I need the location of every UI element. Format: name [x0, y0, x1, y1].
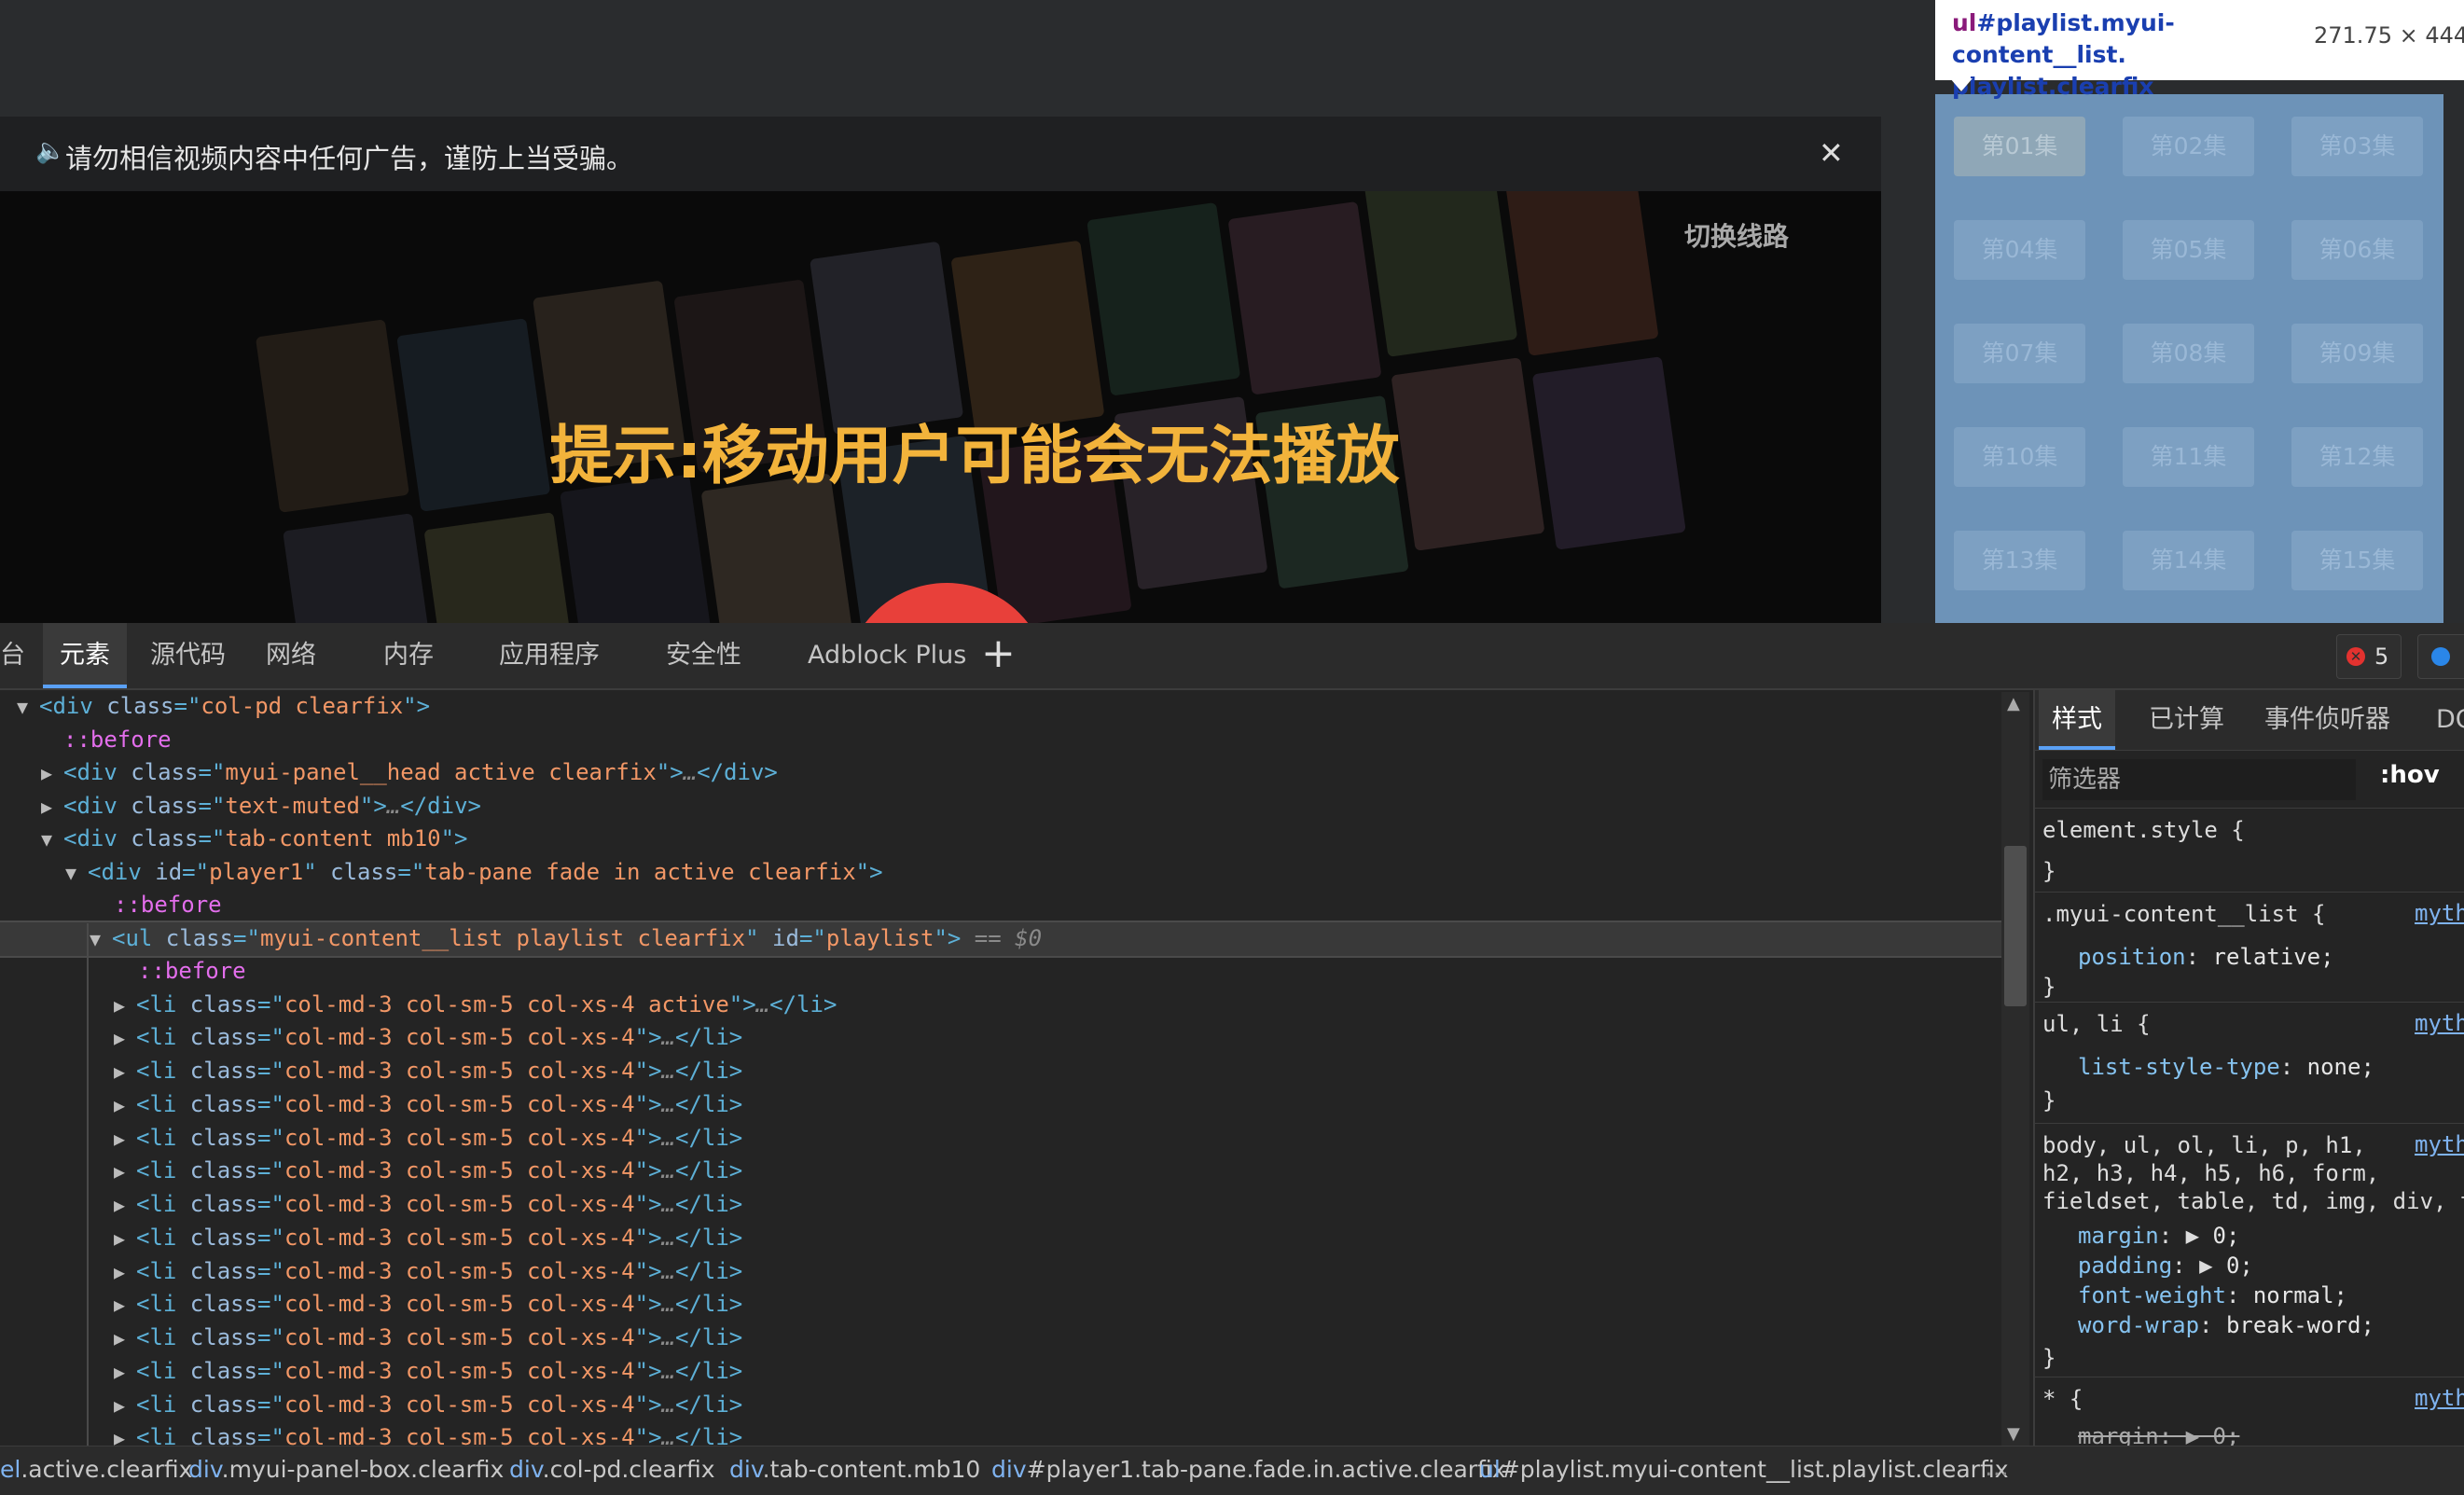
ad-warning-notice: 🔈 请勿相信视频内容中任何广告，谨防上当受骗。 ✕: [0, 117, 1881, 191]
episode-button[interactable]: 第14集: [2123, 531, 2254, 590]
dom-node-selected[interactable]: ▼ <ul class="myui-content__list playlist …: [0, 921, 2005, 958]
playlist-highlight: 第01集 第02集 第03集第04集 第05集 第06集第07集 第08集 第09集第10集…: [1935, 94, 2443, 623]
style-rule-universal: * { mytheme margin: ▶ 0; padding: ▶ 0;: [2035, 1377, 2464, 1446]
dom-node[interactable]: ▼ <div class="tab-content mb10">: [41, 823, 468, 856]
tab-adblock-plus[interactable]: Adblock Plus: [808, 623, 966, 688]
breadcrumb-item[interactable]: div.tab-content.mb10: [729, 1456, 980, 1483]
styles-filter: 筛选器 :hov: [2035, 752, 2464, 808]
dom-node-li[interactable]: ▶ <li class="col-md-3 col-sm-5 col-xs-4">…: [114, 1421, 742, 1446]
episode-button[interactable]: 第02集: [2123, 117, 2254, 176]
dom-node-li[interactable]: ▶ <li class="col-md-3 col-sm-5 col-xs-4">…: [114, 1355, 742, 1389]
episode-button[interactable]: 第11集: [2123, 427, 2254, 487]
close-icon[interactable]: ✕: [1819, 135, 1844, 171]
dom-node-li[interactable]: ▶ <li class="col-md-3 col-sm-5 col-xs-4">…: [114, 1021, 742, 1055]
episode-button[interactable]: 第10集: [1954, 427, 2085, 487]
speaker-icon: 🔈: [35, 137, 66, 165]
hov-toggle[interactable]: :hov: [2380, 761, 2440, 789]
episode-button[interactable]: 第05集: [2123, 220, 2254, 280]
tab-dom-breakpoints[interactable]: DO: [2436, 690, 2464, 750]
expand-icon[interactable]: ▶: [2199, 1253, 2212, 1279]
tab-styles[interactable]: 样式: [2039, 690, 2115, 750]
scroll-up-icon[interactable]: ▲: [2007, 694, 2020, 713]
episode-button[interactable]: 第03集: [2291, 117, 2423, 176]
tooltip-dimensions: 271.75 × 444.7: [2314, 22, 2464, 48]
dom-node[interactable]: ▶ <div class="myui-panel__head active cle…: [41, 756, 778, 790]
dom-node-li[interactable]: ▶ <li class="col-md-3 col-sm-5 col-xs-4">…: [114, 1255, 742, 1289]
dom-node-li[interactable]: ▶ <li class="col-md-3 col-sm-5 col-xs-4">…: [114, 1155, 742, 1188]
breadcrumb-item[interactable]: div#player1.tab-pane.fade.in.active.clea…: [991, 1456, 1506, 1483]
indent-guide: [87, 923, 89, 1446]
tab-memory[interactable]: 内存: [383, 623, 434, 688]
mobile-warning-tip: 提示:移动用户可能会无法播放: [549, 420, 1400, 493]
source-link[interactable]: mytheme: [2415, 900, 2464, 926]
episode-button[interactable]: 第12集: [2291, 427, 2423, 487]
message-icon: [2431, 647, 2450, 666]
filter-input[interactable]: 筛选器: [2042, 759, 2356, 800]
tab-computed[interactable]: 已计算: [2149, 690, 2224, 750]
episode-button[interactable]: 第13集: [1954, 531, 2085, 590]
dom-node-li[interactable]: ▶ <li class="col-md-3 col-sm-5 col-xs-4">…: [114, 1055, 742, 1088]
tab-sources[interactable]: 源代码: [150, 623, 226, 688]
dom-node-li[interactable]: ▶ <li class="col-md-3 col-sm-5 col-xs-4">…: [114, 1322, 742, 1355]
tab-network[interactable]: 网络: [266, 623, 316, 688]
dom-pseudo[interactable]: ::before: [114, 889, 222, 922]
dom-node-li[interactable]: ▶ <li class="col-md-3 col-sm-5 col-xs-4">…: [114, 1088, 742, 1122]
tooltip-selector: ul#playlist.myui-content__list. playlist.…: [1952, 9, 2175, 100]
notice-text: 请勿相信视频内容中任何广告，谨防上当受骗。: [65, 143, 634, 174]
breadcrumb-item[interactable]: el.active.clearfix: [0, 1456, 192, 1483]
tab-security[interactable]: 安全性: [666, 623, 741, 688]
dom-node-li[interactable]: ▶ <li class="col-md-3 col-sm-5 col-xs-4">…: [114, 1222, 742, 1255]
elements-scrollbar[interactable]: ▲ ▼: [2001, 692, 2029, 1446]
styles-tabbar: 样式 已计算 事件侦听器 DO: [2035, 690, 2464, 751]
switch-line-button[interactable]: 切换线路: [1684, 216, 1789, 254]
inspect-tooltip: ul#playlist.myui-content__list. playlist.…: [1935, 0, 2464, 100]
expand-icon[interactable]: ▶: [2186, 1223, 2199, 1249]
styles-pane: 样式 已计算 事件侦听器 DO 筛选器 :hov element.style {…: [2033, 690, 2464, 1446]
source-link[interactable]: mytheme: [2415, 1385, 2464, 1411]
dom-node[interactable]: ▼ <div id="player1" class="tab-pane fade …: [65, 856, 883, 890]
style-rule-ul-li: ul, li { mytheme list-style-type: none; …: [2035, 1002, 2464, 1124]
episode-button[interactable]: 第08集: [2123, 324, 2254, 383]
dom-pseudo[interactable]: ::before: [138, 955, 246, 989]
dom-pseudo[interactable]: ::before: [63, 724, 172, 757]
episode-button[interactable]: 第09集: [2291, 324, 2423, 383]
episode-button[interactable]: 第06集: [2291, 220, 2423, 280]
episode-button[interactable]: 第07集: [1954, 324, 2085, 383]
error-icon: ✕: [2346, 647, 2365, 666]
dom-node[interactable]: ▶ <div class="text-muted">…</div>: [41, 790, 481, 824]
breadcrumb-item[interactable]: div.col-pd.clearfix: [509, 1456, 715, 1483]
episode-button[interactable]: 第04集: [1954, 220, 2085, 280]
source-link[interactable]: mytheme: [2415, 1010, 2464, 1036]
tab-elements[interactable]: 元素: [43, 623, 127, 688]
dom-node[interactable]: ▼ <div class="col-pd clearfix">: [17, 690, 430, 724]
episode-button[interactable]: 第15集: [2291, 531, 2423, 590]
style-rule-element: element.style { }: [2035, 808, 2464, 893]
dom-node-li[interactable]: ▶ <li class="col-md-3 col-sm-5 col-xs-4">…: [114, 1288, 742, 1322]
dom-node-li[interactable]: ▶ <li class="col-md-3 col-sm-5 col-xs-4 a…: [114, 989, 837, 1022]
video-player[interactable]: 切换线路 提示:移动用户可能会无法播放: [0, 191, 1881, 623]
dom-node-li[interactable]: ▶ <li class="col-md-3 col-sm-5 col-xs-4">…: [114, 1122, 742, 1156]
scrollbar-thumb[interactable]: [2004, 846, 2027, 1006]
breadcrumb-item-active[interactable]: ul#playlist.myui-content__list.playlist.…: [1479, 1456, 2009, 1483]
tab-event-listeners[interactable]: 事件侦听器: [2264, 690, 2390, 750]
source-link[interactable]: mytheme: [2415, 1131, 2464, 1157]
add-tab-icon[interactable]: +: [981, 630, 1016, 677]
tab-application[interactable]: 应用程序: [499, 623, 600, 688]
style-rule-content-list: .myui-content__list { mytheme position: …: [2035, 892, 2464, 1003]
episode-button[interactable]: 第01集: [1954, 117, 2085, 176]
breadcrumb-item[interactable]: div.myui-panel-box.clearfix: [188, 1456, 504, 1483]
message-count-badge[interactable]: [2417, 634, 2464, 679]
breadcrumb-more-icon[interactable]: …: [1985, 1454, 2009, 1482]
error-count-badge[interactable]: ✕ 5: [2336, 634, 2402, 679]
devtools-tabbar: 台 元素 源代码 网络 内存 应用程序 安全性 Adblock Plus + ✕…: [0, 623, 2464, 690]
tab-console[interactable]: 台: [0, 623, 25, 688]
tooltip-arrow: [1950, 78, 1973, 91]
style-rule-reset: body, ul, ol, li, p, h1, mytheme h2, h3,…: [2035, 1123, 2464, 1377]
dom-node-li[interactable]: ▶ <li class="col-md-3 col-sm-5 col-xs-4">…: [114, 1389, 742, 1422]
breadcrumb: el.active.clearfix div.myui-panel-box.cl…: [0, 1446, 2464, 1495]
scroll-down-icon[interactable]: ▼: [2007, 1424, 2020, 1444]
elements-tree: ▼ <div class="col-pd clearfix"> ::before …: [0, 690, 2005, 1446]
dom-node-li[interactable]: ▶ <li class="col-md-3 col-sm-5 col-xs-4">…: [114, 1188, 742, 1222]
devtools-panel: 台 元素 源代码 网络 内存 应用程序 安全性 Adblock Plus + ✕…: [0, 623, 2464, 1495]
